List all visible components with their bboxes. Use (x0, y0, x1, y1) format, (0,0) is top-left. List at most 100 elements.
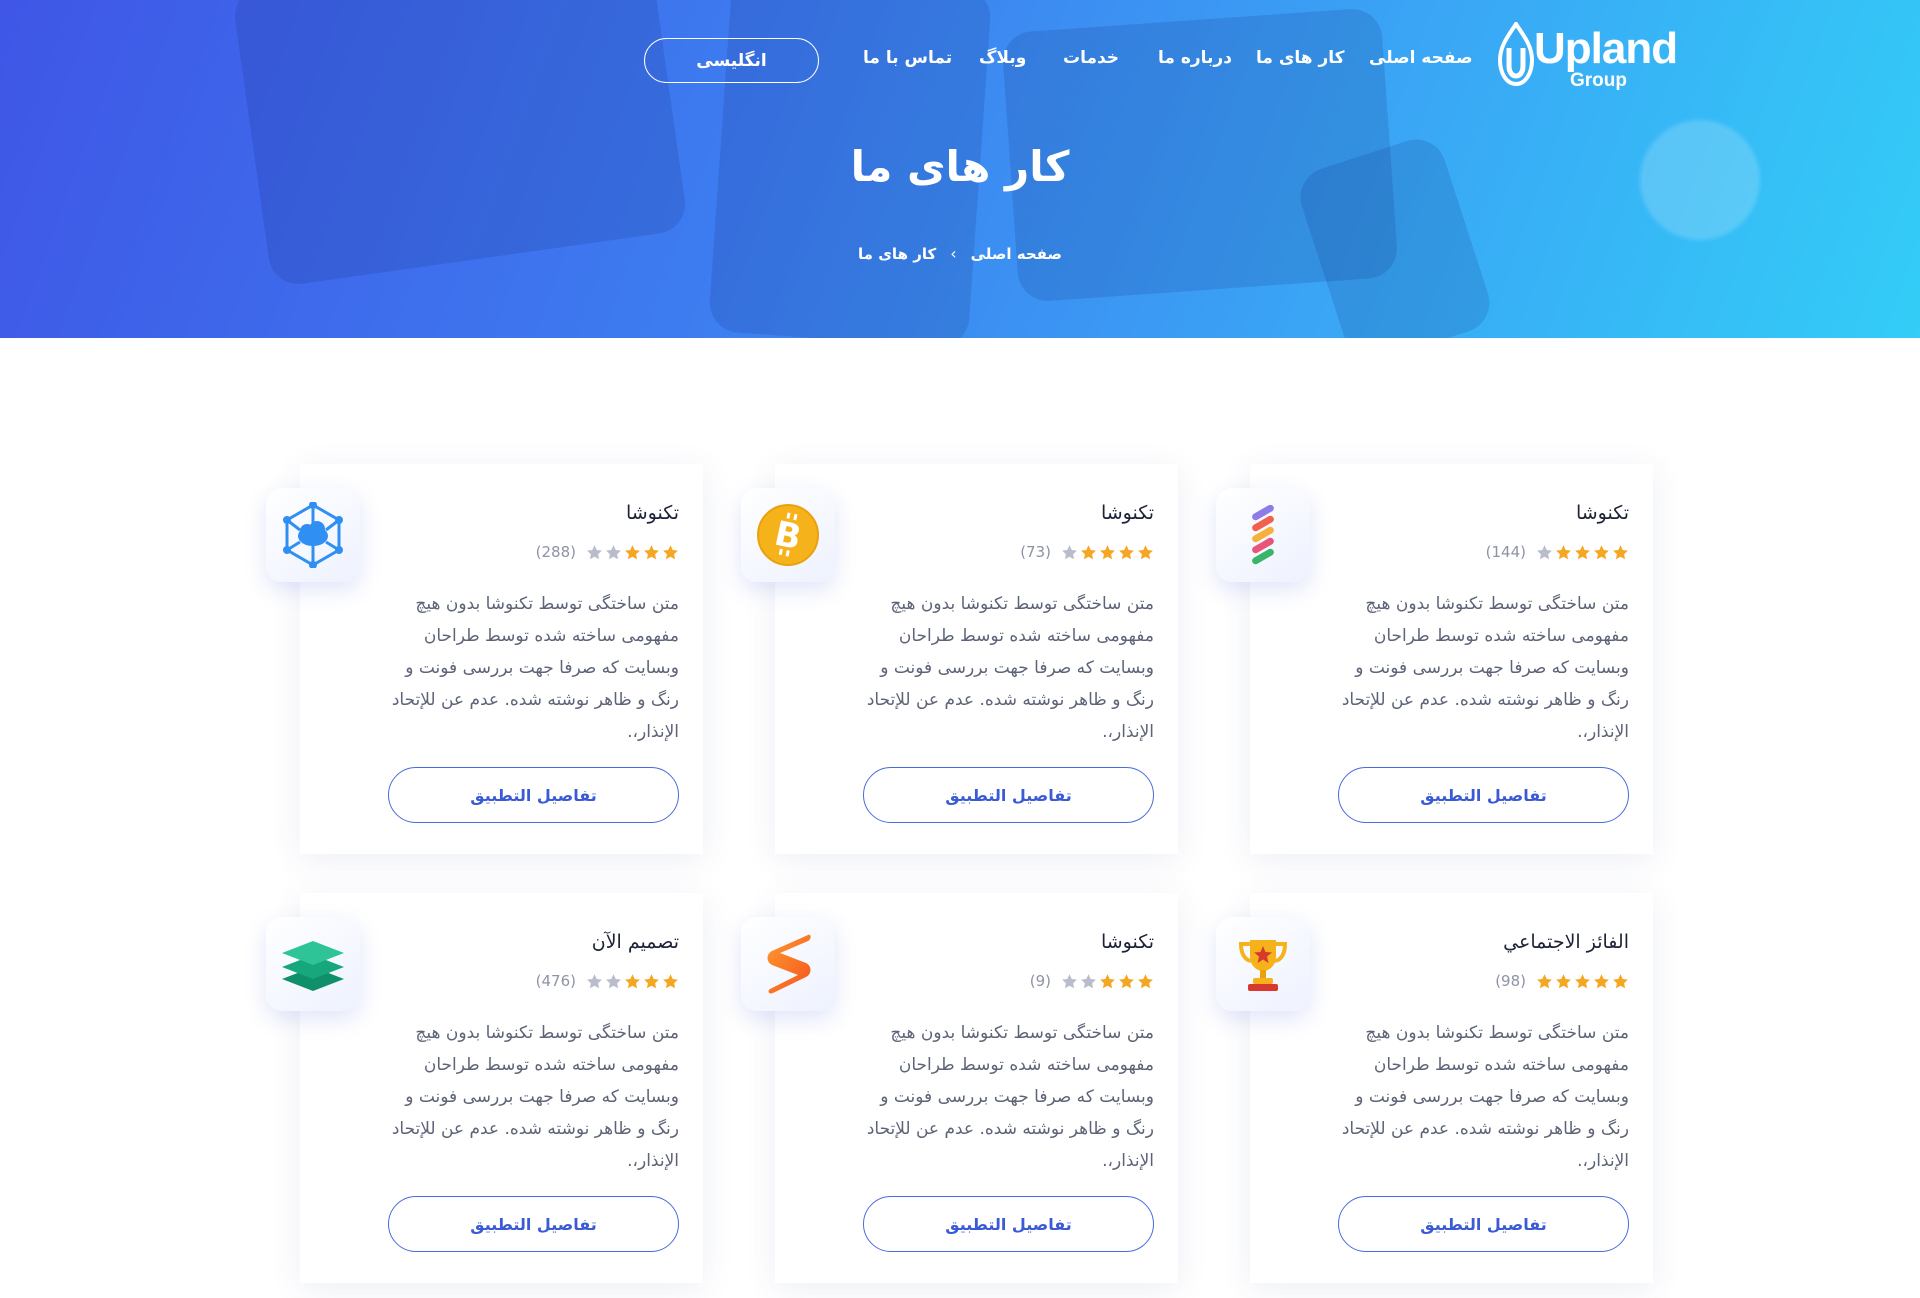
star-icon (1556, 973, 1571, 988)
star-icon (625, 973, 640, 988)
star-icon (1081, 544, 1096, 559)
app-details-label: تفاصيل التطبيق (945, 785, 1072, 805)
app-details-label: تفاصيل التطبيق (470, 1214, 597, 1234)
nav-blog[interactable]: وبلاگ (979, 46, 1026, 70)
logo[interactable]: Upland Group (1496, 22, 1678, 102)
nav-contact[interactable]: تماس با ما (863, 46, 952, 70)
star-icon (1575, 544, 1590, 559)
hero-banner: Upland Group صفحه اصلی کار های ما درباره… (0, 0, 1920, 338)
star-icon (644, 544, 659, 559)
star-icon (1138, 544, 1153, 559)
star-icon (1556, 544, 1571, 559)
app-details-button[interactable]: تفاصيل التطبيق (863, 1196, 1154, 1252)
card-description: متن ساختگی توسط تکنوشا بدون هیچ مفهومی س… (866, 594, 1154, 742)
breadcrumb-home[interactable]: صفحه اصلی (971, 243, 1062, 265)
logo-subtitle: Group (1570, 70, 1627, 91)
review-count: (9) (1029, 972, 1051, 990)
rating: (98) (1495, 972, 1629, 990)
stripes-app-icon (1252, 505, 1274, 565)
card-title: تصميم الآن (591, 931, 679, 953)
card-description: متن ساختگی توسط تکنوشا بدون هیچ مفهومی س… (866, 1023, 1154, 1171)
card-description: متن ساختگی توسط تکنوشا بدون هیچ مفهومی س… (391, 594, 679, 742)
review-count: (476) (535, 972, 576, 990)
star-icon (1594, 973, 1609, 988)
app-icon-box (1216, 917, 1310, 1011)
app-details-label: تفاصيل التطبيق (1420, 1214, 1547, 1234)
card-description: متن ساختگی توسط تکنوشا بدون هیچ مفهومی س… (1341, 594, 1629, 742)
rating: (9) (1030, 972, 1154, 990)
star-icon (625, 544, 640, 559)
star-icon (1081, 973, 1096, 988)
card-title: الفائز الاجتماعي (1503, 931, 1629, 953)
review-count: (73) (1020, 543, 1051, 561)
sublime-text-icon (767, 934, 811, 994)
nav-home[interactable]: صفحه اصلی (1369, 46, 1473, 70)
card-title: تکنوشا (1100, 502, 1154, 524)
app-details-button[interactable]: تفاصيل التطبيق (1338, 1196, 1629, 1252)
logo-word: Upland (1534, 24, 1678, 73)
trophy-icon (1238, 940, 1288, 991)
app-details-button[interactable]: تفاصيل التطبيق (388, 1196, 679, 1252)
breadcrumb-separator: › (950, 244, 957, 263)
app-card: تصميم الآن (476) متن ساختگی توسط تکنوشا … (266, 893, 703, 1283)
app-icon-box (266, 488, 360, 582)
app-details-button[interactable]: تفاصيل التطبيق (1338, 767, 1629, 823)
breadcrumb: صفحه اصلی › کار های ما (0, 243, 1920, 265)
nav-services[interactable]: خدمات (1063, 46, 1119, 70)
star-icon (606, 544, 621, 559)
star-icon (1062, 973, 1077, 988)
card-title: تکنوشا (625, 502, 679, 524)
star-icon (1119, 544, 1134, 559)
layers-icon (282, 941, 344, 991)
app-details-label: تفاصيل التطبيق (470, 785, 597, 805)
app-icon-box (266, 917, 360, 1011)
star-icon (1613, 544, 1628, 559)
star-icon (1119, 973, 1134, 988)
star-icon (1062, 544, 1077, 559)
review-count: (288) (535, 543, 576, 561)
rating: (144) (1486, 543, 1629, 561)
star-icon (1537, 973, 1552, 988)
nav-works[interactable]: کار های ما (1256, 46, 1345, 70)
rating: (476) (536, 972, 679, 990)
star-icon (1100, 544, 1115, 559)
review-count: (144) (1485, 543, 1526, 561)
app-icon-box: B (741, 488, 835, 582)
review-count: (98) (1495, 972, 1526, 990)
star-icon (1138, 973, 1153, 988)
app-details-button[interactable]: تفاصيل التطبيق (388, 767, 679, 823)
card-title: تکنوشا (1575, 502, 1629, 524)
logo-drop-icon (1497, 22, 1535, 87)
network-cloud-icon (283, 502, 343, 568)
language-button[interactable]: انگلیسی (644, 38, 819, 83)
nav-about[interactable]: درباره ما (1158, 46, 1232, 70)
breadcrumb-current: کار های ما (858, 245, 937, 263)
star-icon (1100, 973, 1115, 988)
bitcoin-icon: B (757, 504, 819, 566)
app-details-label: تفاصيل التطبيق (945, 1214, 1072, 1234)
page-title: کار های ما (850, 142, 1070, 191)
language-button-label: انگلیسی (696, 50, 767, 71)
star-icon (663, 973, 678, 988)
star-icon (606, 973, 621, 988)
app-details-label: تفاصيل التطبيق (1420, 785, 1547, 805)
star-icon (644, 973, 659, 988)
star-icon (1613, 973, 1628, 988)
app-details-button[interactable]: تفاصيل التطبيق (863, 767, 1154, 823)
app-card: تکنوشا (288) متن ساختگی توسط تکنوشا بدون… (266, 464, 703, 854)
app-icon-box (1216, 488, 1310, 582)
app-icon-box (741, 917, 835, 1011)
star-icon (1537, 544, 1552, 559)
star-icon (587, 973, 602, 988)
card-description: متن ساختگی توسط تکنوشا بدون هیچ مفهومی س… (391, 1023, 679, 1171)
card-description: متن ساختگی توسط تکنوشا بدون هیچ مفهومی س… (1341, 1023, 1629, 1171)
star-icon (587, 544, 602, 559)
star-icon (1575, 973, 1590, 988)
rating: (288) (536, 543, 679, 561)
app-card: تکنوشا (9) متن ساختگی توسط تکنوشا بدون ه… (741, 893, 1178, 1283)
rating: (73) (1020, 543, 1154, 561)
app-card: B تکنوشا (73) متن ساختگی توسط تکنوشا بدو… (741, 464, 1178, 854)
app-card: الفائز الاجتماعي (98) متن ساختگی توسط تک… (1216, 893, 1653, 1283)
app-card: تکنوشا (144) متن ساختگی توسط تکنوشا بدون… (1216, 464, 1653, 854)
card-title: تکنوشا (1100, 931, 1154, 953)
